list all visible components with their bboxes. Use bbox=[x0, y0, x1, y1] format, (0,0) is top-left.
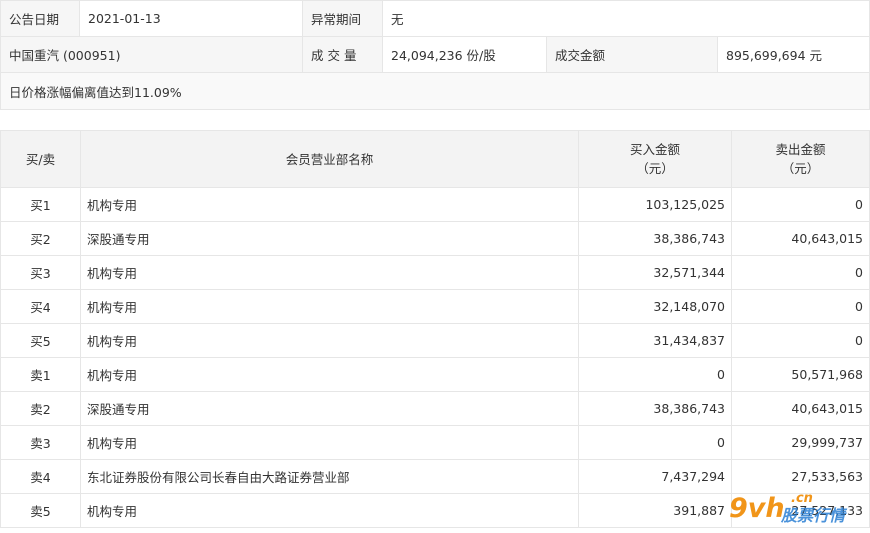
row-side: 卖4 bbox=[0, 459, 81, 494]
table-row: 买5 机构专用 31,434,837 0 bbox=[0, 323, 870, 358]
row-side: 买2 bbox=[0, 221, 81, 256]
watermark-tagline: 股票行情 bbox=[780, 506, 848, 525]
amount-label: 成交金额 bbox=[546, 36, 718, 73]
row-side: 卖5 bbox=[0, 493, 81, 528]
table-row: 卖3 机构专用 0 29,999,737 bbox=[0, 425, 870, 460]
row-buy-amount: 38,386,743 bbox=[578, 221, 732, 256]
row-buy-amount: 32,571,344 bbox=[578, 255, 732, 290]
row-branch: 机构专用 bbox=[80, 357, 579, 392]
volume-label: 成 交 量 bbox=[302, 36, 383, 73]
info-row-volume: 中国重汽 (000951) 成 交 量 24,094,236 份/股 成交金额 … bbox=[0, 36, 870, 73]
watermark-domain-text: .cn bbox=[791, 491, 813, 506]
row-sell-amount: 50,571,968 bbox=[731, 357, 870, 392]
header-buy-line1: 买入金额 bbox=[629, 142, 680, 157]
row-branch: 深股通专用 bbox=[80, 221, 579, 256]
row-branch: 机构专用 bbox=[80, 323, 579, 358]
table-row: 买3 机构专用 32,571,344 0 bbox=[0, 255, 870, 290]
row-buy-amount: 31,434,837 bbox=[578, 323, 732, 358]
row-sell-amount: 0 bbox=[731, 187, 870, 222]
row-branch: 机构专用 bbox=[80, 187, 579, 222]
row-side: 卖1 bbox=[0, 357, 81, 392]
row-sell-amount: 0 bbox=[731, 289, 870, 324]
volume-value: 24,094,236 份/股 bbox=[382, 36, 547, 73]
row-side: 卖3 bbox=[0, 425, 81, 460]
abnormal-period-value: 无 bbox=[382, 0, 870, 37]
row-buy-amount: 38,386,743 bbox=[578, 391, 732, 426]
header-sell-line1: 卖出金额 bbox=[775, 142, 826, 157]
row-buy-amount: 32,148,070 bbox=[578, 289, 732, 324]
row-branch: 机构专用 bbox=[80, 255, 579, 290]
row-branch: 深股通专用 bbox=[80, 391, 579, 426]
row-branch: 机构专用 bbox=[80, 493, 579, 528]
row-buy-amount: 7,437,294 bbox=[578, 459, 732, 494]
table-row: 卖1 机构专用 0 50,571,968 bbox=[0, 357, 870, 392]
row-branch: 机构专用 bbox=[80, 425, 579, 460]
row-branch: 东北证券股份有限公司长春自由大路证券营业部 bbox=[80, 459, 579, 494]
row-side: 买5 bbox=[0, 323, 81, 358]
announcement-info-table: 公告日期 2021-01-13 异常期间 无 中国重汽 (000951) 成 交… bbox=[0, 0, 870, 110]
header-branch: 会员营业部名称 bbox=[80, 130, 579, 188]
row-sell-amount: 0 bbox=[731, 255, 870, 290]
stock-name: 中国重汽 (000951) bbox=[0, 36, 303, 73]
row-branch: 机构专用 bbox=[80, 289, 579, 324]
header-sell-amount: 卖出金额 （元） bbox=[731, 130, 870, 188]
table-row: 买1 机构专用 103,125,025 0 bbox=[0, 187, 870, 222]
header-buy-amount: 买入金额 （元） bbox=[578, 130, 732, 188]
row-sell-amount: 29,999,737 bbox=[731, 425, 870, 460]
abnormal-period-label: 异常期间 bbox=[302, 0, 383, 37]
watermark-logo-text: 9vh bbox=[729, 493, 785, 524]
row-buy-amount: 103,125,025 bbox=[578, 187, 732, 222]
row-sell-amount: 0 bbox=[731, 323, 870, 358]
header-sell-line2: （元） bbox=[781, 161, 820, 176]
reason-text: 日价格涨幅偏离值达到11.09% bbox=[0, 72, 870, 110]
info-row-reason: 日价格涨幅偏离值达到11.09% bbox=[0, 72, 870, 110]
row-side: 买4 bbox=[0, 289, 81, 324]
table-row: 卖2 深股通专用 38,386,743 40,643,015 bbox=[0, 391, 870, 426]
row-side: 买1 bbox=[0, 187, 81, 222]
announce-date-label: 公告日期 bbox=[0, 0, 80, 37]
header-side: 买/卖 bbox=[0, 130, 81, 188]
table-header-row: 买/卖 会员营业部名称 买入金额 （元） 卖出金额 （元） bbox=[0, 130, 870, 188]
trading-seats-table: 买/卖 会员营业部名称 买入金额 （元） 卖出金额 （元） 买1 机构专用 10… bbox=[0, 130, 870, 528]
table-row: 买4 机构专用 32,148,070 0 bbox=[0, 289, 870, 324]
info-row-date: 公告日期 2021-01-13 异常期间 无 bbox=[0, 0, 870, 37]
row-sell-amount: 40,643,015 bbox=[731, 221, 870, 256]
row-buy-amount: 0 bbox=[578, 425, 732, 460]
row-buy-amount: 391,887 bbox=[578, 493, 732, 528]
header-buy-line2: （元） bbox=[636, 161, 674, 176]
amount-value: 895,699,694 元 bbox=[717, 36, 870, 73]
row-side: 买3 bbox=[0, 255, 81, 290]
row-buy-amount: 0 bbox=[578, 357, 732, 392]
table-row: 买2 深股通专用 38,386,743 40,643,015 bbox=[0, 221, 870, 256]
site-watermark-logo: 9vh .cn 股票行情 bbox=[729, 491, 848, 525]
row-sell-amount: 40,643,015 bbox=[731, 391, 870, 426]
announce-date-value: 2021-01-13 bbox=[79, 0, 303, 37]
row-side: 卖2 bbox=[0, 391, 81, 426]
